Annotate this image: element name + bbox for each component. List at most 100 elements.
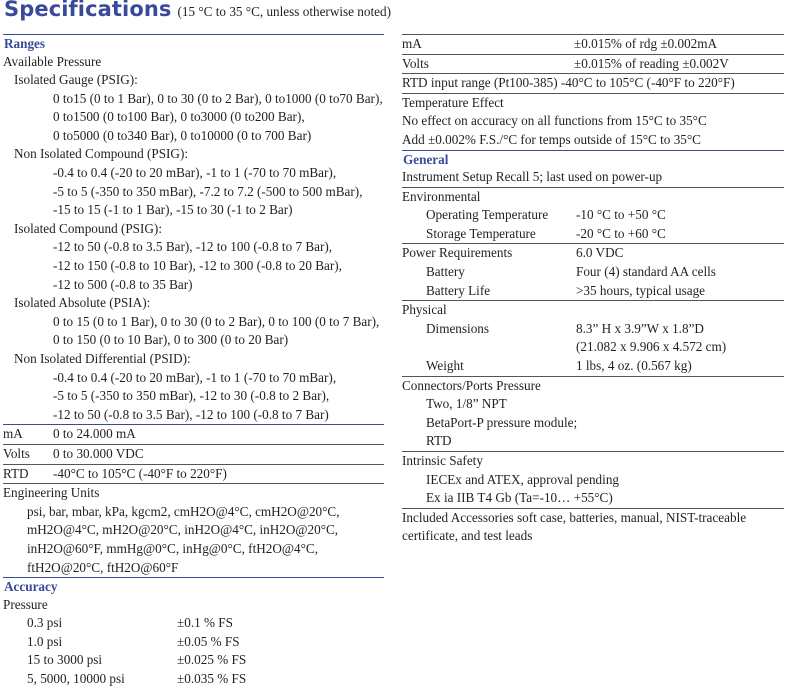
weight-value: 1 lbs, 4 oz. (0.567 kg) [576,358,692,373]
ranges-header: Ranges [3,34,384,53]
page-subtitle: (15 °C to 35 °C, unless otherwise noted) [177,4,391,19]
temperature-effect-line: No effect on accuracy on all functions f… [402,113,707,129]
non-isolated-compound-line: -15 to 15 (-1 to 1 Bar), -15 to 30 (-1 t… [53,202,293,218]
accuracy-header: Accuracy [3,577,384,596]
range-ma-value: 0 to 24.000 mA [53,426,136,442]
engineering-units-line: inH2O@60°F, mmHg@0°C, inHg@0°C, ftH2O@4°… [27,540,318,556]
accuracy-ma-value: ±0.015% of rdg ±0.002mA [574,36,718,51]
isolated-absolute-line: 0 to 15 (0 to 1 Bar), 0 to 30 (0 to 2 Ba… [53,313,380,329]
range-volts-label: Volts [3,445,30,461]
power-row: Power Requirements 6.0 VDC [402,243,784,263]
accuracy-pressure-row: 5, 5000, 10000 psi ±0.035 % FS [3,670,384,689]
temperature-effect-line: Add ±0.002% F.S./°C for temps outside of… [402,131,701,147]
non-isolated-compound-line: -0.4 to 0.4 (-20 to 20 mBar), -1 to 1 (-… [53,165,337,181]
accuracy-range: 1.0 psi [27,633,63,649]
environmental-label: Environmental [402,186,784,207]
accessories-line: Included Accessories soft case, batterie… [402,507,784,528]
battery-life-label: Battery Life [426,282,491,298]
accuracy-value: ±0.025 % FS [177,652,247,668]
isolated-gauge-line: 0 to15 (0 to 1 Bar), 0 to 30 (0 to 2 Bar… [53,90,383,106]
setup-recall: Instrument Setup Recall 5; last used on … [402,169,663,185]
range-volts-row: Volts 0 to 30.000 VDC [3,443,384,464]
accuracy-pressure-row: 1.0 psi ±0.05 % FS [3,633,384,652]
power-label: Power Requirements [402,245,513,261]
range-ma-row: mA 0 to 24.000 mA [3,424,384,444]
weight-row: Weight 1 lbs, 4 oz. (0.567 kg) [402,357,784,376]
left-column: Ranges Available Pressure Isolated Gauge… [3,34,384,689]
connectors-line: Two, 1/8” NPT [426,396,507,412]
isolated-absolute-line: 0 to 150 (0 to 10 Bar), 0 to 300 (0 to 2… [53,332,289,348]
range-rtd-row: RTD -40°C to 105°C (-40°F to 220°F) [3,463,384,484]
accuracy-ma-row: mA ±0.015% of rdg ±0.002mA [402,34,784,54]
isolated-gauge-line: 0 to1500 (0 to100 Bar), 0 to3000 (0 to20… [53,109,305,125]
range-rtd-label: RTD [3,465,29,481]
engineering-units-line: ftH2O@20°C, ftH2O@60°F [27,559,179,575]
isolated-compound-line: -12 to 150 (-0.8 to 10 Bar), -12 to 300 … [53,258,342,274]
accuracy-volts-label: Volts [402,55,429,71]
intrinsic-safety-line: Ex ia IIB T4 Gb (Ta=-10… +55°C) [426,490,613,506]
environmental-row: Operating Temperature -10 °C to +50 °C [402,206,784,225]
battery-value: Four (4) standard AA cells [576,264,716,280]
operating-temp-label: Operating Temperature [426,207,549,223]
non-isolated-differential-line: -0.4 to 0.4 (-20 to 20 mBar), -1 to 1 (-… [53,369,337,385]
storage-temp-value: -20 °C to +60 °C [576,225,666,241]
accessories-line: certificate, and test leads [402,528,533,544]
non-isolated-differential-label: Non Isolated Differential (PSID): [14,351,191,366]
accuracy-volts-value: ±0.015% of reading ±0.002V [574,55,729,71]
battery-label: Battery [426,264,465,280]
connectors-line: BetaPort-P pressure module; [426,414,578,430]
weight-label: Weight [426,358,464,373]
dimensions-label: Dimensions [426,320,490,336]
operating-temp-value: -10 °C to +50 °C [576,207,666,223]
accuracy-volts-row: Volts ±0.015% of reading ±0.002V [402,53,784,74]
power-value: 6.0 VDC [576,245,624,261]
accuracy-ma-label: mA [402,36,422,51]
battery-life-value: >35 hours, typical usage [576,282,706,298]
general-header: General [402,149,784,169]
accuracy-pressure-row: 15 to 3000 psi ±0.025 % FS [3,651,384,670]
environmental-row: Storage Temperature -20 °C to +60 °C [402,225,784,244]
range-rtd-value: -40°C to 105°C (-40°F to 220°F) [53,465,227,481]
page-title: Specifications [4,0,172,21]
accuracy-range: 0.3 psi [27,615,63,631]
accuracy-pressure-label: Pressure [3,596,48,612]
connectors-label: Connectors/Ports Pressure [402,375,784,396]
accuracy-value: ±0.05 % FS [177,633,240,649]
non-isolated-differential-line: -5 to 5 (-350 to 350 mBar), -12 to 30 (-… [53,388,330,404]
power-sub-row: Battery Life >35 hours, typical usage [402,282,784,301]
range-ma-label: mA [3,426,23,442]
intrinsic-safety-label: Intrinsic Safety [402,450,784,471]
accuracy-range: 5, 5000, 10000 psi [27,671,125,686]
isolated-compound-line: -12 to 50 (-0.8 to 3.5 Bar), -12 to 100 … [53,239,333,255]
temperature-effect-label: Temperature Effect [402,92,784,113]
accuracy-value: ±0.035 % FS [177,671,247,686]
available-pressure-label: Available Pressure [3,53,102,69]
isolated-compound-line: -12 to 500 (-0.8 to 35 Bar) [53,276,193,292]
engineering-units-line: psi, bar, mbar, kPa, kgcm2, cmH2O@4°C, c… [27,503,340,519]
connectors-line: RTD [426,433,452,449]
accuracy-value: ±0.1 % FS [177,615,233,631]
dimensions-row: Dimensions 8.3” H x 3.9”W x 1.8”D [402,320,784,339]
rtd-input-range: RTD input range (Pt100-385) -40°C to 105… [402,73,784,93]
isolated-gauge-line: 0 to5000 (0 to340 Bar), 0 to10000 (0 to … [53,127,312,143]
dimensions-value: 8.3” H x 3.9”W x 1.8”D [576,320,704,336]
accuracy-pressure-row: 0.3 psi ±0.1 % FS [3,614,384,633]
isolated-compound-label: Isolated Compound (PSIG): [14,220,162,236]
storage-temp-label: Storage Temperature [426,225,536,241]
non-isolated-differential-line: -12 to 50 (-0.8 to 3.5 Bar), -12 to 100 … [53,406,329,422]
right-column: mA ±0.015% of rdg ±0.002mA Volts ±0.015%… [402,34,784,546]
spec-sheet: Specifications (15 °C to 35 °C, unless ot… [0,0,785,686]
intrinsic-safety-line: IECEx and ATEX, approval pending [426,471,620,487]
power-sub-row: Battery Four (4) standard AA cells [402,263,784,282]
engineering-units-label: Engineering Units [3,483,384,503]
dimensions-row: (21.082 x 9.906 x 4.572 cm) [402,338,784,357]
physical-label: Physical [402,300,784,320]
non-isolated-compound-label: Non Isolated Compound (PSIG): [14,146,188,162]
isolated-gauge-label: Isolated Gauge (PSIG): [14,72,138,88]
engineering-units-line: mH2O@4°C, mH2O@20°C, inH2O@4°C, inH2O@20… [27,522,339,538]
range-volts-value: 0 to 30.000 VDC [53,445,144,461]
isolated-absolute-label: Isolated Absolute (PSIA): [14,295,151,311]
title-row: Specifications (15 °C to 35 °C, unless ot… [4,0,391,24]
dimensions-metric-value: (21.082 x 9.906 x 4.572 cm) [576,339,727,355]
accuracy-range: 15 to 3000 psi [27,652,103,668]
